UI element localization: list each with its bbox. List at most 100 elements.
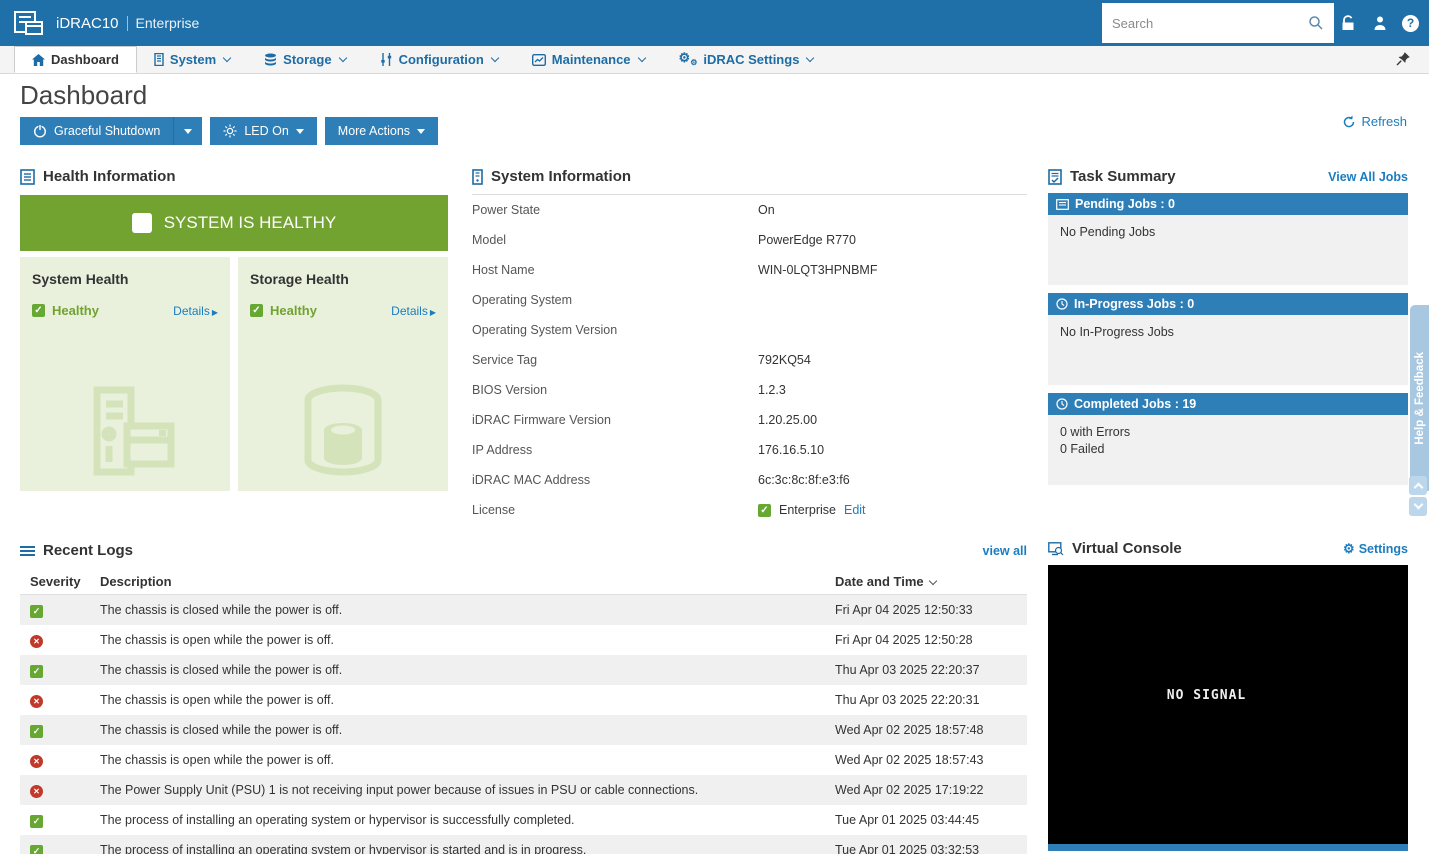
chevron-up-icon <box>1413 483 1423 493</box>
system-information-panel: System Information Power StateOn ModelPo… <box>472 168 1027 525</box>
more-actions-button[interactable]: More Actions <box>325 117 438 145</box>
task-clipboard-icon <box>1048 169 1062 185</box>
log-datetime: Fri Apr 04 2025 12:50:33 <box>835 603 1027 617</box>
main-nav: Dashboard System Storage Configuration <box>0 46 1429 74</box>
clock-icon <box>1056 298 1068 310</box>
console-screen[interactable]: NO SIGNAL <box>1048 565 1408 844</box>
action-button-row: Graceful Shutdown LED On More Actions <box>20 117 438 145</box>
lock-icon[interactable] <box>1340 15 1358 31</box>
info-row: Power StateOn <box>472 195 1027 225</box>
log-rows: The chassis is closed while the power is… <box>20 595 1027 854</box>
tab-dashboard[interactable]: Dashboard <box>14 46 137 73</box>
completed-errors-line: 0 with Errors <box>1060 424 1396 441</box>
log-description: The process of installing an operating s… <box>100 843 835 854</box>
search-input[interactable] <box>1112 16 1308 31</box>
recent-logs-panel: Recent Logs view all Severity Descriptio… <box>20 542 1027 854</box>
help-icon[interactable]: ? <box>1402 15 1419 32</box>
refresh-icon <box>1342 115 1356 129</box>
health-info-icon <box>20 169 35 185</box>
info-value: On <box>758 203 775 217</box>
top-icon-group: ? <box>1340 0 1419 46</box>
top-bar: iDRAC10 Enterprise <box>0 0 1429 46</box>
severity-icon <box>30 635 43 648</box>
tab-configuration-label: Configuration <box>399 52 484 67</box>
chevron-down-icon <box>491 54 499 62</box>
check-icon <box>132 213 152 233</box>
tab-configuration[interactable]: Configuration <box>363 46 515 73</box>
storage-health-card: Storage Health Healthy Details <box>238 257 448 491</box>
led-on-button[interactable]: LED On <box>210 117 316 145</box>
info-label: BIOS Version <box>472 383 758 397</box>
scroll-chevrons <box>1409 476 1427 516</box>
pending-jobs-header: Pending Jobs : 0 <box>1075 197 1175 211</box>
view-all-jobs-link[interactable]: View All Jobs <box>1328 170 1408 184</box>
graceful-shutdown-button[interactable]: Graceful Shutdown <box>20 117 174 145</box>
pin-icon[interactable] <box>1395 51 1411 67</box>
system-health-details-link[interactable]: Details <box>173 304 218 318</box>
inprogress-jobs-section: In-Progress Jobs : 0 No In-Progress Jobs <box>1048 293 1408 385</box>
power-icon <box>33 124 47 138</box>
storage-health-details-link[interactable]: Details <box>391 304 436 318</box>
pending-jobs-section: Pending Jobs : 0 No Pending Jobs <box>1048 193 1408 285</box>
log-description: The Power Supply Unit (PSU) 1 is not rec… <box>100 783 835 797</box>
license-edit-link[interactable]: Edit <box>844 503 866 517</box>
log-list-icon <box>20 545 35 557</box>
license-edition: Enterprise <box>136 15 200 31</box>
log-datetime: Wed Apr 02 2025 17:19:22 <box>835 783 1027 797</box>
led-on-label: LED On <box>244 124 288 138</box>
health-information-title: Health Information <box>43 168 176 185</box>
scroll-down-button[interactable] <box>1409 497 1427 516</box>
help-feedback-tab[interactable]: Help & Feedback <box>1410 305 1429 491</box>
task-summary-title: Task Summary <box>1070 168 1176 185</box>
info-value: PowerEdge R770 <box>758 233 856 247</box>
graceful-shutdown-split-button: Graceful Shutdown <box>20 117 202 145</box>
log-row: The chassis is closed while the power is… <box>20 715 1027 745</box>
system-healthy-label: SYSTEM IS HEALTHY <box>164 213 337 233</box>
severity-icon <box>30 605 43 618</box>
info-label: Power State <box>472 203 758 217</box>
console-toolbar <box>1048 844 1408 851</box>
virtual-console-panel: Virtual Console ⚙ Settings NO SIGNAL <box>1048 540 1408 851</box>
log-row: The Power Supply Unit (PSU) 1 is not rec… <box>20 775 1027 805</box>
graceful-shutdown-dropdown[interactable] <box>174 117 202 145</box>
tab-idrac-settings[interactable]: ⚙⚙ iDRAC Settings <box>662 46 831 73</box>
system-info-icon <box>472 169 483 185</box>
severity-icon <box>30 665 43 678</box>
log-row: The process of installing an operating s… <box>20 805 1027 835</box>
log-row: The chassis is open while the power is o… <box>20 685 1027 715</box>
view-all-logs-link[interactable]: view all <box>983 544 1027 558</box>
scroll-up-button[interactable] <box>1409 476 1427 495</box>
completed-jobs-body: 0 with Errors 0 Failed <box>1048 415 1408 485</box>
caret-down-icon <box>296 129 304 134</box>
home-icon <box>32 54 45 66</box>
inprogress-jobs-header: In-Progress Jobs : 0 <box>1074 297 1194 311</box>
clock-icon <box>1056 398 1068 410</box>
datetime-column-header[interactable]: Date and Time <box>835 574 1027 589</box>
system-healthy-banner: SYSTEM IS HEALTHY <box>20 195 448 251</box>
info-label: iDRAC Firmware Version <box>472 413 758 427</box>
refresh-button[interactable]: Refresh <box>1342 114 1407 129</box>
log-datetime: Thu Apr 03 2025 22:20:31 <box>835 693 1027 707</box>
console-settings-link[interactable]: ⚙ Settings <box>1343 541 1408 557</box>
virtual-console-title: Virtual Console <box>1072 540 1182 557</box>
log-description: The chassis is closed while the power is… <box>100 603 835 617</box>
user-icon[interactable] <box>1372 15 1388 31</box>
info-row-license: License Enterprise Edit <box>472 495 1027 525</box>
info-label: Operating System <box>472 293 758 307</box>
log-datetime: Thu Apr 03 2025 22:20:37 <box>835 663 1027 677</box>
info-label: Host Name <box>472 263 758 277</box>
server-watermark-icon <box>75 382 175 480</box>
completed-failed-line: 0 Failed <box>1060 441 1396 458</box>
check-icon <box>32 304 45 317</box>
tab-maintenance[interactable]: Maintenance <box>515 46 662 73</box>
server-icon <box>154 53 164 66</box>
no-signal-text: NO SIGNAL <box>1167 688 1246 703</box>
system-information-title: System Information <box>491 168 631 185</box>
search-icon[interactable] <box>1308 15 1324 31</box>
info-value: 792KQ54 <box>758 353 811 367</box>
severity-icon <box>30 725 43 738</box>
tab-storage[interactable]: Storage <box>247 46 362 73</box>
chart-panel-icon <box>532 54 546 66</box>
tab-system[interactable]: System <box>137 46 247 73</box>
info-label: Operating System Version <box>472 323 758 337</box>
